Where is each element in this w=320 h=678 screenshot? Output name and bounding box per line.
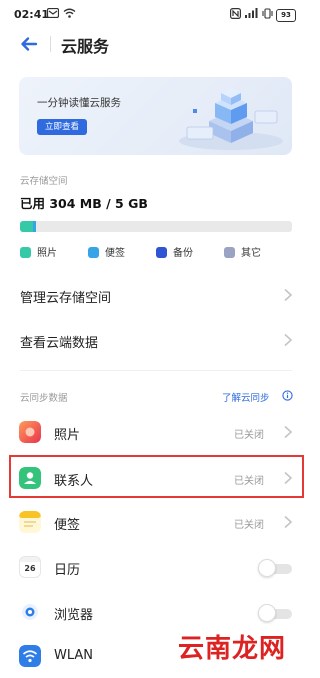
view-cloud-data-label: 查看云端数据 <box>20 336 99 351</box>
calendar-day: 26 <box>24 564 36 573</box>
storage-section-label: 云存储空间 <box>20 176 68 187</box>
sync-status: 已关闭 <box>234 520 264 531</box>
sync-item-calendar[interactable]: 26 日历 <box>0 545 312 589</box>
back-button[interactable] <box>18 33 40 55</box>
wifi-status-icon <box>63 8 76 21</box>
legend-swatch <box>156 247 167 258</box>
view-cloud-data-row[interactable]: 查看云端数据 <box>0 318 312 362</box>
browser-icon <box>19 601 41 623</box>
cloud-server-illustration-icon <box>179 88 283 150</box>
sync-section-label: 云同步数据 <box>20 393 68 404</box>
toggle-knob <box>258 559 276 577</box>
page-title: 云服务 <box>61 37 110 56</box>
intro-banner[interactable]: 一分钟读懂云服务 立即查看 <box>19 77 292 155</box>
sync-item-label: 照片 <box>54 428 81 443</box>
legend-label: 备份 <box>173 248 193 259</box>
chevron-right-icon <box>284 333 293 347</box>
learn-sync-link[interactable]: 了解云同步 <box>222 390 270 404</box>
view-now-button[interactable]: 立即查看 <box>37 119 88 135</box>
sync-item-photos[interactable]: 照片 已关闭 <box>0 410 312 454</box>
notes-icon <box>19 511 41 533</box>
chevron-right-icon <box>284 288 293 302</box>
photos-icon <box>19 421 41 443</box>
manage-storage-label: 管理云存储空间 <box>20 291 112 306</box>
nfc-icon <box>230 8 242 22</box>
storage-used-text: 已用 304 MB / 5 GB <box>20 196 148 211</box>
storage-progress-bar <box>20 221 292 232</box>
storage-segment-photos <box>20 221 33 232</box>
legend-label: 照片 <box>37 248 57 259</box>
legend-photos: 照片 <box>20 244 57 259</box>
chevron-right-icon <box>284 425 293 439</box>
chevron-right-icon <box>284 515 293 529</box>
legend-swatch <box>20 247 31 258</box>
header-divider <box>50 36 51 52</box>
legend-label: 其它 <box>241 248 261 259</box>
legend-notes: 便签 <box>88 244 125 259</box>
sync-item-label: 日历 <box>54 563 81 578</box>
wlan-icon <box>19 645 41 667</box>
vibrate-icon <box>262 8 273 22</box>
sync-item-label: 浏览器 <box>54 608 94 623</box>
status-bar: 02:41 93 <box>0 0 312 30</box>
contacts-highlight-box <box>9 455 304 498</box>
sync-item-label: WLAN <box>54 648 94 663</box>
sync-item-notes[interactable]: 便签 已关闭 <box>0 500 312 544</box>
storage-segment-notes <box>33 221 36 232</box>
info-icon[interactable] <box>282 390 293 401</box>
legend-other: 其它 <box>224 244 261 259</box>
legend-backup: 备份 <box>156 244 193 259</box>
message-icon <box>46 7 60 21</box>
sync-item-label: 便签 <box>54 518 81 533</box>
watermark-logo: 云南龙网 <box>178 634 287 664</box>
calendar-icon: 26 <box>19 556 41 578</box>
manage-storage-row[interactable]: 管理云存储空间 <box>0 273 312 317</box>
status-time: 02:41 <box>14 8 50 21</box>
toggle-knob <box>258 604 276 622</box>
sync-status: 已关闭 <box>234 430 264 441</box>
battery-indicator: 93 <box>276 9 296 22</box>
back-arrow-icon <box>21 37 38 51</box>
banner-text: 一分钟读懂云服务 <box>37 97 121 109</box>
legend-swatch <box>88 247 99 258</box>
section-divider <box>20 370 292 371</box>
legend-label: 便签 <box>105 248 125 259</box>
signal-icon <box>244 7 258 21</box>
legend-swatch <box>224 247 235 258</box>
